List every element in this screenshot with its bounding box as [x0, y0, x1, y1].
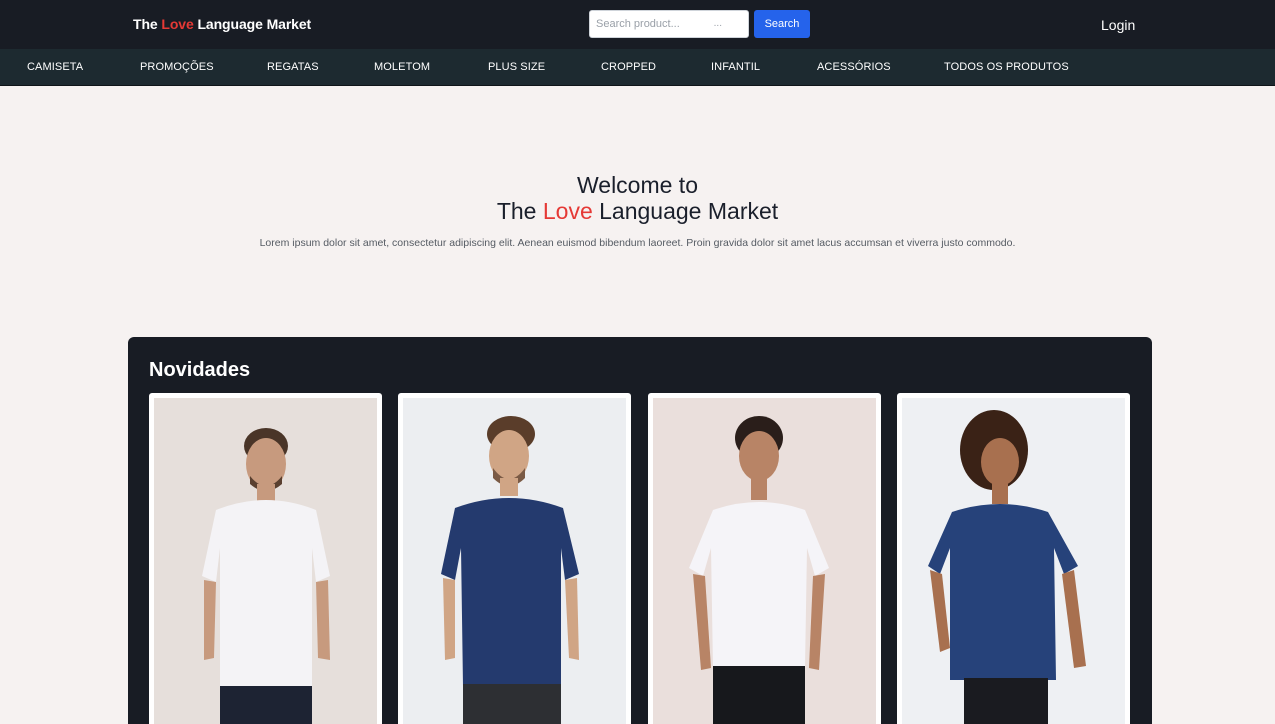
novidades-section: Novidades [128, 337, 1152, 724]
top-header: The Love Language Market ... Search Logi… [0, 0, 1275, 49]
nav-cropped[interactable]: CROPPED [601, 61, 656, 73]
search-ellipsis: ... [713, 18, 722, 29]
product-card[interactable] [897, 393, 1130, 724]
product-card[interactable] [648, 393, 881, 724]
nav-moletom[interactable]: MOLETOM [374, 61, 430, 73]
product-card[interactable] [149, 393, 382, 724]
search-button[interactable]: Search [754, 10, 810, 38]
nav-promocoes[interactable]: PROMOÇÕES [140, 61, 214, 73]
category-nav: CAMISETA PROMOÇÕES REGATAS MOLETOM PLUS … [0, 49, 1275, 86]
nav-infantil[interactable]: INFANTIL [711, 61, 760, 73]
section-title: Novidades [149, 359, 251, 381]
product-image [902, 398, 1125, 724]
brand-logo[interactable]: The Love Language Market [133, 16, 311, 32]
product-card[interactable] [398, 393, 631, 724]
nav-regatas[interactable]: REGATAS [267, 61, 319, 73]
product-image [403, 398, 626, 724]
nav-todos-os-produtos[interactable]: TODOS OS PRODUTOS [944, 61, 1069, 73]
hero-subtitle: Lorem ipsum dolor sit amet, consectetur … [259, 237, 1016, 249]
brand-accent: Love [161, 16, 194, 32]
nav-plus-size[interactable]: PLUS SIZE [488, 61, 545, 73]
hero-title-line2: The Love Language Market [496, 198, 779, 224]
hero-title-line1: Welcome to [576, 172, 698, 198]
nav-acessorios[interactable]: ACESSÓRIOS [817, 61, 891, 73]
product-image [653, 398, 876, 724]
search-box: ... [589, 10, 749, 38]
product-image [154, 398, 377, 724]
hero-accent: Love [542, 198, 593, 224]
nav-camiseta[interactable]: CAMISETA [27, 61, 83, 73]
search-input[interactable] [590, 11, 748, 37]
login-link[interactable]: Login [1101, 17, 1135, 33]
